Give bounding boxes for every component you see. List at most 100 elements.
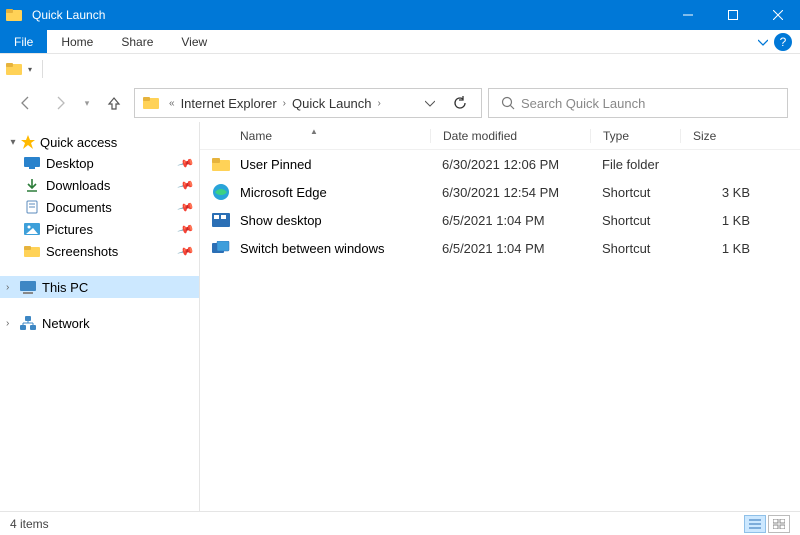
ribbon-home-tab[interactable]: Home [47,30,107,53]
sidebar-quick-access[interactable]: ▾ Quick access [0,132,199,152]
sidebar-desktop[interactable]: Desktop 📌 [0,152,199,174]
sidebar-item-label: Screenshots [46,244,179,259]
sidebar-item-label: Quick access [40,135,117,150]
file-rows: User Pinned 6/30/2021 12:06 PM File fold… [200,150,800,262]
column-size[interactable]: Size [680,129,770,143]
downloads-icon [24,177,40,193]
pin-icon: 📌 [177,176,195,194]
file-name: Microsoft Edge [240,185,327,200]
sidebar-item-label: Desktop [46,156,179,171]
file-row[interactable]: Microsoft Edge 6/30/2021 12:54 PM Shortc… [200,178,800,206]
sidebar-item-label: Network [42,316,193,331]
back-button[interactable] [12,89,40,117]
folder-icon [24,243,40,259]
file-date: 6/5/2021 1:04 PM [430,241,590,256]
qat-separator [42,60,43,78]
address-folder-icon [143,95,159,111]
forward-button[interactable] [46,89,74,117]
pictures-icon [24,221,40,237]
up-button[interactable] [100,89,128,117]
breadcrumb-overflow-icon[interactable]: « [163,98,181,109]
file-type: Shortcut [590,185,680,200]
file-date: 6/30/2021 12:06 PM [430,157,590,172]
icons-view-button[interactable] [768,515,790,533]
file-date: 6/5/2021 1:04 PM [430,213,590,228]
search-box[interactable]: Search Quick Launch [488,88,788,118]
sidebar-downloads[interactable]: Downloads 📌 [0,174,199,196]
sidebar-item-label: This PC [42,280,193,295]
file-list: Name ▲ Date modified Type Size User Pinn… [200,122,800,511]
this-pc-icon [20,279,36,295]
breadcrumb-quick-launch[interactable]: Quick Launch [292,96,372,111]
breadcrumb-internet-explorer[interactable]: Internet Explorer [181,96,277,111]
window-title: Quick Launch [28,8,665,22]
file-date: 6/30/2021 12:54 PM [430,185,590,200]
sidebar-network[interactable]: › Network [0,312,199,334]
show-desktop-icon [212,211,230,229]
star-icon [20,134,36,150]
network-icon [20,315,36,331]
refresh-button[interactable] [443,96,477,110]
maximize-button[interactable] [710,0,755,30]
minimize-button[interactable] [665,0,710,30]
qat-folder-icon[interactable] [6,61,22,77]
status-item-count: 4 items [10,517,49,531]
file-size: 1 KB [680,241,770,256]
breadcrumb-caret-icon[interactable]: › [277,98,292,109]
sort-asc-icon: ▲ [310,127,318,136]
file-type: Shortcut [590,241,680,256]
column-type[interactable]: Type [590,129,680,143]
file-name: Show desktop [240,213,322,228]
qat-dropdown-icon[interactable]: ▾ [24,65,36,74]
navigation-bar: ▾ « Internet Explorer › Quick Launch › S… [0,84,800,122]
address-dropdown-icon[interactable] [417,98,443,108]
folder-icon [212,155,230,173]
sidebar-item-label: Downloads [46,178,179,193]
sidebar-this-pc[interactable]: › This PC [0,276,199,298]
edge-icon [212,183,230,201]
ribbon-file-tab[interactable]: File [0,30,47,53]
navigation-pane: ▾ Quick access Desktop 📌 Downloads 📌 Doc… [0,122,200,511]
file-type: Shortcut [590,213,680,228]
chevron-down-icon[interactable]: ▾ [6,137,20,148]
ribbon: File Home Share View ? [0,30,800,54]
sidebar-documents[interactable]: Documents 📌 [0,196,199,218]
pin-icon: 📌 [177,242,195,260]
address-bar[interactable]: « Internet Explorer › Quick Launch › [134,88,482,118]
pin-icon: 📌 [177,154,195,172]
ribbon-view-tab[interactable]: View [167,30,221,53]
chevron-right-icon[interactable]: › [6,318,20,329]
column-name[interactable]: Name ▲ [200,129,430,143]
search-placeholder: Search Quick Launch [521,96,645,111]
search-icon [495,96,521,110]
status-bar: 4 items [0,511,800,535]
ribbon-share-tab[interactable]: Share [107,30,167,53]
sidebar-item-label: Pictures [46,222,179,237]
title-bar: Quick Launch [0,0,800,30]
file-size: 3 KB [680,185,770,200]
column-headers: Name ▲ Date modified Type Size [200,122,800,150]
breadcrumb-caret-icon[interactable]: › [372,98,387,109]
switch-windows-icon [212,239,230,257]
file-type: File folder [590,157,680,172]
sidebar-screenshots[interactable]: Screenshots 📌 [0,240,199,262]
quick-access-toolbar: ▾ [0,54,800,84]
column-date[interactable]: Date modified [430,129,590,143]
recent-dropdown-icon[interactable]: ▾ [80,89,94,117]
ribbon-expand-icon[interactable] [752,30,774,53]
sidebar-item-label: Documents [46,200,179,215]
file-row[interactable]: User Pinned 6/30/2021 12:06 PM File fold… [200,150,800,178]
help-button[interactable]: ? [774,33,792,51]
file-name: Switch between windows [240,241,385,256]
file-row[interactable]: Show desktop 6/5/2021 1:04 PM Shortcut 1… [200,206,800,234]
close-button[interactable] [755,0,800,30]
details-view-button[interactable] [744,515,766,533]
chevron-right-icon[interactable]: › [6,282,20,293]
main-area: ▾ Quick access Desktop 📌 Downloads 📌 Doc… [0,122,800,511]
file-name: User Pinned [240,157,312,172]
sidebar-pictures[interactable]: Pictures 📌 [0,218,199,240]
pin-icon: 📌 [177,220,195,238]
desktop-icon [24,155,40,171]
pin-icon: 📌 [177,198,195,216]
file-row[interactable]: Switch between windows 6/5/2021 1:04 PM … [200,234,800,262]
